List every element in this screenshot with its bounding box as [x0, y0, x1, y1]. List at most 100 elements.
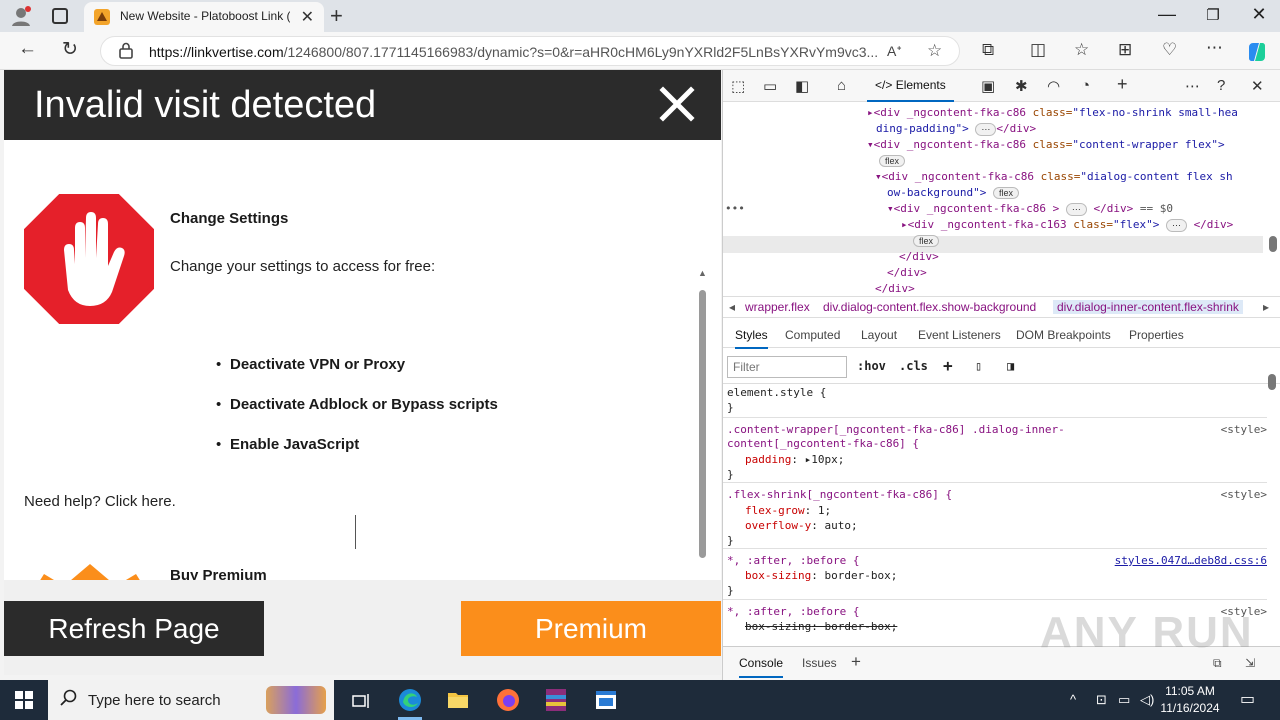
- dom-node[interactable]: ▸<div _ngcontent-fka-c86 class="flex-no-…: [867, 106, 1238, 119]
- read-aloud-icon[interactable]: Aᐩ: [887, 43, 902, 60]
- style-declaration[interactable]: overflow-y: auto;: [745, 519, 858, 532]
- tray-network-icon[interactable]: ⊡: [1096, 692, 1107, 708]
- rule-selector[interactable]: *, :after, :before {: [727, 605, 859, 618]
- favorite-star-icon[interactable]: ☆: [927, 41, 942, 61]
- copilot-icon[interactable]: [1246, 41, 1268, 63]
- computed-sidebar-icon[interactable]: ◨: [1007, 359, 1014, 373]
- styles-filter-input[interactable]: [727, 356, 847, 378]
- help-icon[interactable]: ?: [1217, 77, 1225, 94]
- extensions-icon[interactable]: ⧉: [982, 40, 994, 60]
- taskbar-clock[interactable]: 11:05 AM 11/16/2024: [1150, 683, 1230, 717]
- back-icon[interactable]: ←: [18, 38, 37, 60]
- overridden-declaration[interactable]: box-sizing: border-box;: [745, 620, 897, 633]
- more-tools-plus-icon[interactable]: +: [1117, 74, 1128, 95]
- task-view-icon[interactable]: [342, 684, 382, 720]
- restore-icon[interactable]: ❐: [1190, 6, 1236, 24]
- firefox-icon[interactable]: [488, 684, 528, 720]
- tab-event-listeners[interactable]: Event Listeners: [918, 328, 1001, 342]
- hover-state-toggle[interactable]: :hov: [857, 359, 886, 373]
- taskbar-search[interactable]: Type here to search: [48, 680, 334, 720]
- premium-button[interactable]: Premium: [461, 601, 721, 656]
- drawer-collapse-icon[interactable]: ⇲: [1245, 656, 1255, 670]
- node-actions-icon[interactable]: •••: [725, 202, 745, 215]
- browser-tab[interactable]: New Website - Platoboost Link ( ✕: [84, 2, 324, 32]
- flex-badge[interactable]: flex: [913, 234, 940, 247]
- add-drawer-tab-icon[interactable]: +: [851, 652, 861, 672]
- tab-dom-breakpoints[interactable]: DOM Breakpoints: [1016, 328, 1111, 342]
- sources-bug-icon[interactable]: ✱: [1015, 77, 1028, 95]
- lock-icon[interactable]: [119, 42, 133, 59]
- dialog-scrollbar[interactable]: ▲: [696, 268, 708, 568]
- tab-elements[interactable]: </> Elements: [867, 70, 954, 102]
- breadcrumb-item[interactable]: div.dialog-content.flex.show-background: [823, 300, 1036, 314]
- tab-computed[interactable]: Computed: [785, 328, 840, 342]
- rule-selector[interactable]: *, :after, :before {: [727, 554, 859, 567]
- network-wifi-icon[interactable]: ◠: [1047, 77, 1060, 95]
- dialog-body[interactable]: Change Settings Change your settings to …: [4, 160, 721, 650]
- dock-side-icon[interactable]: ◧: [795, 77, 809, 95]
- winrar-icon[interactable]: [536, 684, 576, 720]
- tab-console[interactable]: Console: [739, 656, 784, 678]
- tray-monitor-icon[interactable]: ▭: [1118, 692, 1130, 708]
- more-options-icon[interactable]: ⋯: [1206, 38, 1223, 58]
- devtools-window-icon[interactable]: [586, 684, 626, 720]
- drawer-dock-icon[interactable]: ⧉: [1213, 656, 1222, 671]
- reload-icon[interactable]: ↻: [62, 38, 78, 61]
- dom-node[interactable]: ▸<div _ngcontent-fka-c163 class="flex"> …: [901, 218, 1233, 232]
- tab-close-icon[interactable]: ✕: [301, 7, 314, 27]
- breadcrumb-item[interactable]: wrapper.flex: [745, 300, 810, 314]
- address-bar[interactable]: https://linkvertise.com/1246800/807.1771…: [100, 36, 960, 66]
- welcome-home-icon[interactable]: ⌂: [837, 77, 846, 94]
- dom-tree[interactable]: ▸<div _ngcontent-fka-c86 class="flex-no-…: [723, 104, 1280, 294]
- devtools-close-icon[interactable]: ✕: [1251, 77, 1264, 95]
- device-emulation-icon[interactable]: ▭: [763, 77, 777, 95]
- scroll-up-icon[interactable]: ▲: [698, 268, 707, 278]
- new-tab-button[interactable]: +: [330, 3, 343, 29]
- rule-selector[interactable]: element.style {: [727, 386, 826, 399]
- help-link[interactable]: Need help? Click here.: [24, 493, 176, 510]
- rule-source-link[interactable]: styles.047d…deb8d.css:6: [1115, 554, 1267, 567]
- performance-icon[interactable]: ◔: [1081, 77, 1090, 94]
- flex-badge[interactable]: flex: [879, 154, 906, 167]
- profile-avatar-icon[interactable]: [10, 5, 32, 27]
- devtools-more-icon[interactable]: ⋯: [1185, 77, 1200, 95]
- rule-source[interactable]: <style>: [1221, 423, 1267, 436]
- edge-taskbar-icon[interactable]: [390, 684, 430, 720]
- dom-node-selected[interactable]: ▾<div _ngcontent-fka-c86 > ⋯ </div> == $…: [887, 202, 1173, 216]
- favorites-icon[interactable]: ☆: [1074, 40, 1089, 60]
- tab-actions-icon[interactable]: [52, 8, 68, 24]
- dom-node[interactable]: ▾<div _ngcontent-fka-c86 class="dialog-c…: [875, 170, 1233, 183]
- file-explorer-icon[interactable]: [438, 684, 478, 720]
- tab-styles[interactable]: Styles: [735, 328, 768, 349]
- refresh-page-button[interactable]: Refresh Page: [4, 601, 264, 656]
- tray-overflow-icon[interactable]: ^: [1070, 692, 1076, 707]
- minimize-icon[interactable]: —: [1144, 4, 1190, 25]
- window-close-icon[interactable]: ✕: [1236, 4, 1280, 25]
- tab-properties[interactable]: Properties: [1129, 328, 1184, 342]
- scrollbar-thumb[interactable]: [699, 290, 706, 558]
- tab-issues[interactable]: Issues: [802, 656, 837, 670]
- styles-scrollbar-thumb[interactable]: [1268, 374, 1276, 390]
- collections-icon[interactable]: ⊞: [1118, 40, 1132, 60]
- rule-selector[interactable]: .flex-shrink[_ngcontent-fka-c86] {: [727, 488, 952, 501]
- style-declaration[interactable]: box-sizing: border-box;: [745, 569, 897, 582]
- new-rule-icon[interactable]: +: [943, 356, 953, 375]
- browser-essentials-icon[interactable]: ♡: [1162, 40, 1177, 60]
- console-tab-icon[interactable]: ▣: [981, 77, 995, 95]
- windows-start-icon[interactable]: [15, 691, 33, 709]
- tab-layout[interactable]: Layout: [861, 328, 897, 342]
- style-declaration[interactable]: padding: ▸10px;: [745, 453, 844, 466]
- style-declaration[interactable]: flex-grow: 1;: [745, 504, 831, 517]
- crumb-right-icon[interactable]: ▸: [1263, 300, 1269, 314]
- styles-pane[interactable]: element.style { } .content-wrapper[_ngco…: [723, 386, 1267, 642]
- crumb-left-icon[interactable]: ◂: [729, 300, 735, 314]
- rule-source[interactable]: <style>: [1221, 488, 1267, 501]
- dom-node[interactable]: ▾<div _ngcontent-fka-c86 class="content-…: [867, 138, 1225, 151]
- dom-scrollbar-thumb[interactable]: [1269, 236, 1277, 252]
- breadcrumb-item-active[interactable]: div.dialog-inner-content.flex-shrink: [1053, 300, 1243, 314]
- rule-selector[interactable]: .content-wrapper[_ngcontent-fka-c86] .di…: [727, 423, 1065, 436]
- split-screen-icon[interactable]: ◫: [1030, 40, 1046, 60]
- color-format-icon[interactable]: ▯: [975, 359, 982, 373]
- dialog-close-icon[interactable]: [659, 86, 695, 122]
- url-text[interactable]: https://linkvertise.com/1246800/807.1771…: [149, 44, 879, 60]
